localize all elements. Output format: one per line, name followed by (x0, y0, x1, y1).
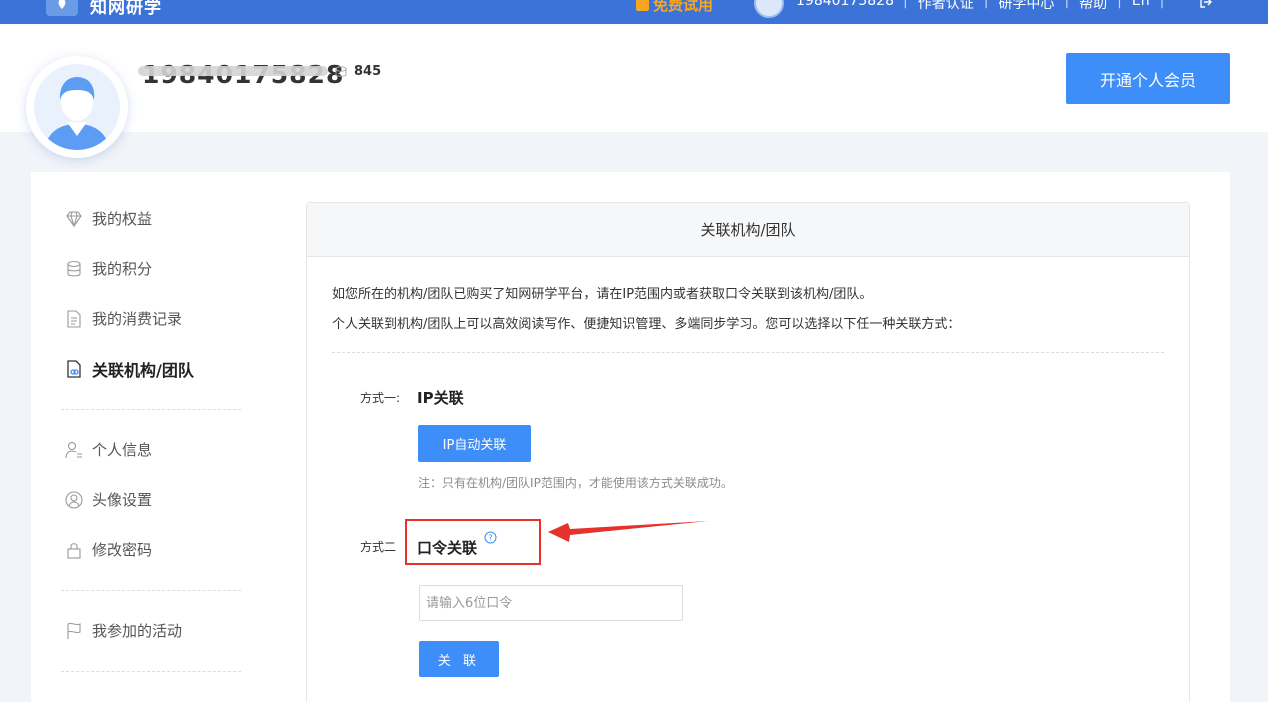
avatar-circle-icon (65, 490, 83, 509)
top-avatar[interactable] (754, 0, 784, 18)
coin-icon (335, 65, 347, 77)
lock-icon (67, 542, 81, 559)
panel-title: 关联机构/团队 (307, 203, 1189, 257)
highlight-box (405, 519, 541, 565)
free-trial-label: 免费试用 (653, 0, 714, 14)
sidebar-item-consumption[interactable]: 我的消费记录 (64, 308, 182, 329)
method2-prefix: 方式二 (360, 540, 397, 554)
method1-prefix: 方式一: (360, 391, 401, 405)
sidebar-item-personal-info[interactable]: 个人信息 (64, 439, 152, 460)
user-info-icon (65, 441, 82, 458)
nav-study-center[interactable]: 研学中心 (988, 0, 1064, 13)
user-avatar-icon (44, 77, 110, 150)
coin-count: 845 (354, 64, 382, 79)
logout-icon[interactable] (1199, 0, 1213, 9)
sidebar-item-change-password[interactable]: 修改密码 (64, 539, 152, 560)
top-nav: | 作者认证 | 研学中心 | 帮助 | En | (903, 0, 1164, 13)
logo-icon[interactable] (46, 0, 78, 16)
gift-icon (636, 0, 649, 11)
sidebar-item-benefits[interactable]: 我的权益 (64, 208, 152, 229)
link-button[interactable]: 关 联 (419, 641, 499, 677)
code-input[interactable] (419, 585, 683, 621)
sidebar-item-institution[interactable]: 关联机构/团队 (64, 357, 194, 381)
ip-auto-link-button[interactable]: IP自动关联 (418, 425, 531, 462)
top-phone-number[interactable]: 19840175828 (796, 0, 894, 9)
coins-icon (67, 260, 81, 276)
sidebar-item-points[interactable]: 我的积分 (64, 258, 152, 279)
annotation-arrow (548, 521, 708, 542)
sidebar-item-activities[interactable]: 我参加的活动 (64, 620, 182, 641)
ip-note: 注：只有在机构/团队IP范围内，才能使用该方式关联成功。 (418, 476, 733, 490)
method1-title: IP关联 (417, 389, 464, 407)
institution-panel: 关联机构/团队 如您所在的机构/团队已购买了知网研学平台，请在IP范围内或者获取… (306, 202, 1190, 702)
intro-text-2: 个人关联到机构/团队上可以高效阅读写作、便捷知识管理、多端同步学习。您可以选择以… (332, 317, 961, 332)
privacy-blur (138, 66, 328, 76)
diamond-icon (66, 210, 82, 228)
coin-balance: 845 (334, 64, 381, 79)
free-trial-link[interactable]: 免费试用 (636, 0, 713, 15)
top-bar: 知网研学 免费试用 19840175828 | 作者认证 | 研学中心 | 帮助… (0, 0, 1268, 24)
nav-english[interactable]: En (1122, 0, 1160, 13)
intro-text-1: 如您所在的机构/团队已购买了知网研学平台，请在IP范围内或者获取口令关联到该机构… (332, 287, 873, 302)
nav-author-cert[interactable]: 作者认证 (908, 0, 984, 13)
leaf-icon (58, 0, 66, 9)
logo-text[interactable]: 知网研学 (90, 0, 162, 18)
open-membership-button[interactable]: 开通个人会员 (1066, 53, 1230, 104)
sidebar-item-avatar-settings[interactable]: 头像设置 (64, 489, 152, 510)
profile-avatar[interactable] (26, 56, 128, 158)
link-document-icon (67, 360, 81, 378)
document-icon (67, 309, 81, 328)
flag-icon (67, 622, 81, 639)
nav-help[interactable]: 帮助 (1069, 0, 1117, 13)
